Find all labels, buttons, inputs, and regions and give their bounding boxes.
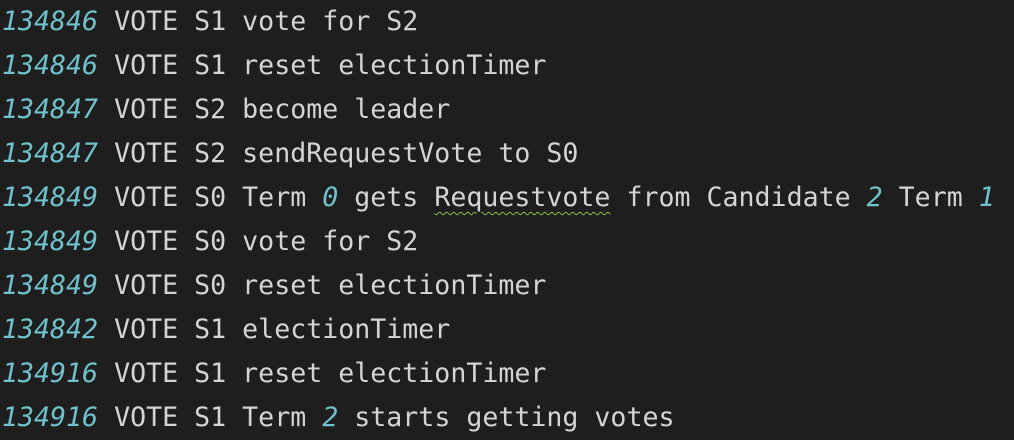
- log-message: VOTE S2 become leader: [98, 94, 451, 125]
- term-number: 0: [322, 182, 339, 213]
- log-timestamp: 134849: [2, 270, 99, 301]
- log-line: 134847 VOTE S2 sendRequestVote to S0: [0, 132, 1014, 176]
- log-line: 134846 VOTE S1 reset electionTimer: [0, 44, 1014, 88]
- log-message-part: from Candidate: [610, 182, 867, 213]
- log-timestamp: 134842: [2, 314, 99, 345]
- log-message-part: gets: [338, 182, 435, 213]
- log-line: 134849 VOTE S0 reset electionTimer: [0, 264, 1014, 308]
- log-line: 134849 VOTE S0 vote for S2: [0, 220, 1014, 264]
- candidate-number: 2: [866, 182, 883, 213]
- log-line: 134849 VOTE S0 Term 0 gets Requestvote f…: [0, 176, 1014, 220]
- log-editor[interactable]: 134846 VOTE S1 vote for S2 134846 VOTE S…: [0, 0, 1014, 440]
- log-message-part: VOTE S1 Term: [98, 402, 323, 433]
- log-timestamp: 134916: [2, 402, 99, 433]
- log-message: VOTE S1 reset electionTimer: [98, 50, 547, 81]
- log-line: 134846 VOTE S1 vote for S2: [0, 0, 1014, 44]
- log-message: VOTE S1 vote for S2: [98, 6, 419, 37]
- log-message: VOTE S0 vote for S2: [98, 226, 419, 257]
- log-message-part: VOTE S0 Term: [98, 182, 323, 213]
- log-message: VOTE S0 reset electionTimer: [98, 270, 547, 301]
- log-timestamp: 134847: [2, 138, 99, 169]
- log-timestamp: 134849: [2, 182, 99, 213]
- log-line: 134916 VOTE S1 Term 2 starts getting vot…: [0, 396, 1014, 440]
- log-timestamp: 134846: [2, 6, 99, 37]
- log-message: VOTE S2 sendRequestVote to S0: [98, 138, 579, 169]
- log-timestamp: 134916: [2, 358, 99, 389]
- log-message-part: Term: [882, 182, 979, 213]
- term-number: 1: [978, 182, 995, 213]
- log-line: 134916 VOTE S1 reset electionTimer: [0, 352, 1014, 396]
- log-line: 134847 VOTE S2 become leader: [0, 88, 1014, 132]
- term-number: 2: [322, 402, 339, 433]
- log-message: VOTE S1 electionTimer: [98, 314, 451, 345]
- log-timestamp: 134846: [2, 50, 99, 81]
- log-timestamp: 134847: [2, 94, 99, 125]
- log-message-part: starts getting votes: [338, 402, 675, 433]
- log-timestamp: 134849: [2, 226, 99, 257]
- spellcheck-warning-word[interactable]: Requestvote: [434, 182, 610, 213]
- log-line: 134842 VOTE S1 electionTimer: [0, 308, 1014, 352]
- log-message: VOTE S1 reset electionTimer: [98, 358, 547, 389]
